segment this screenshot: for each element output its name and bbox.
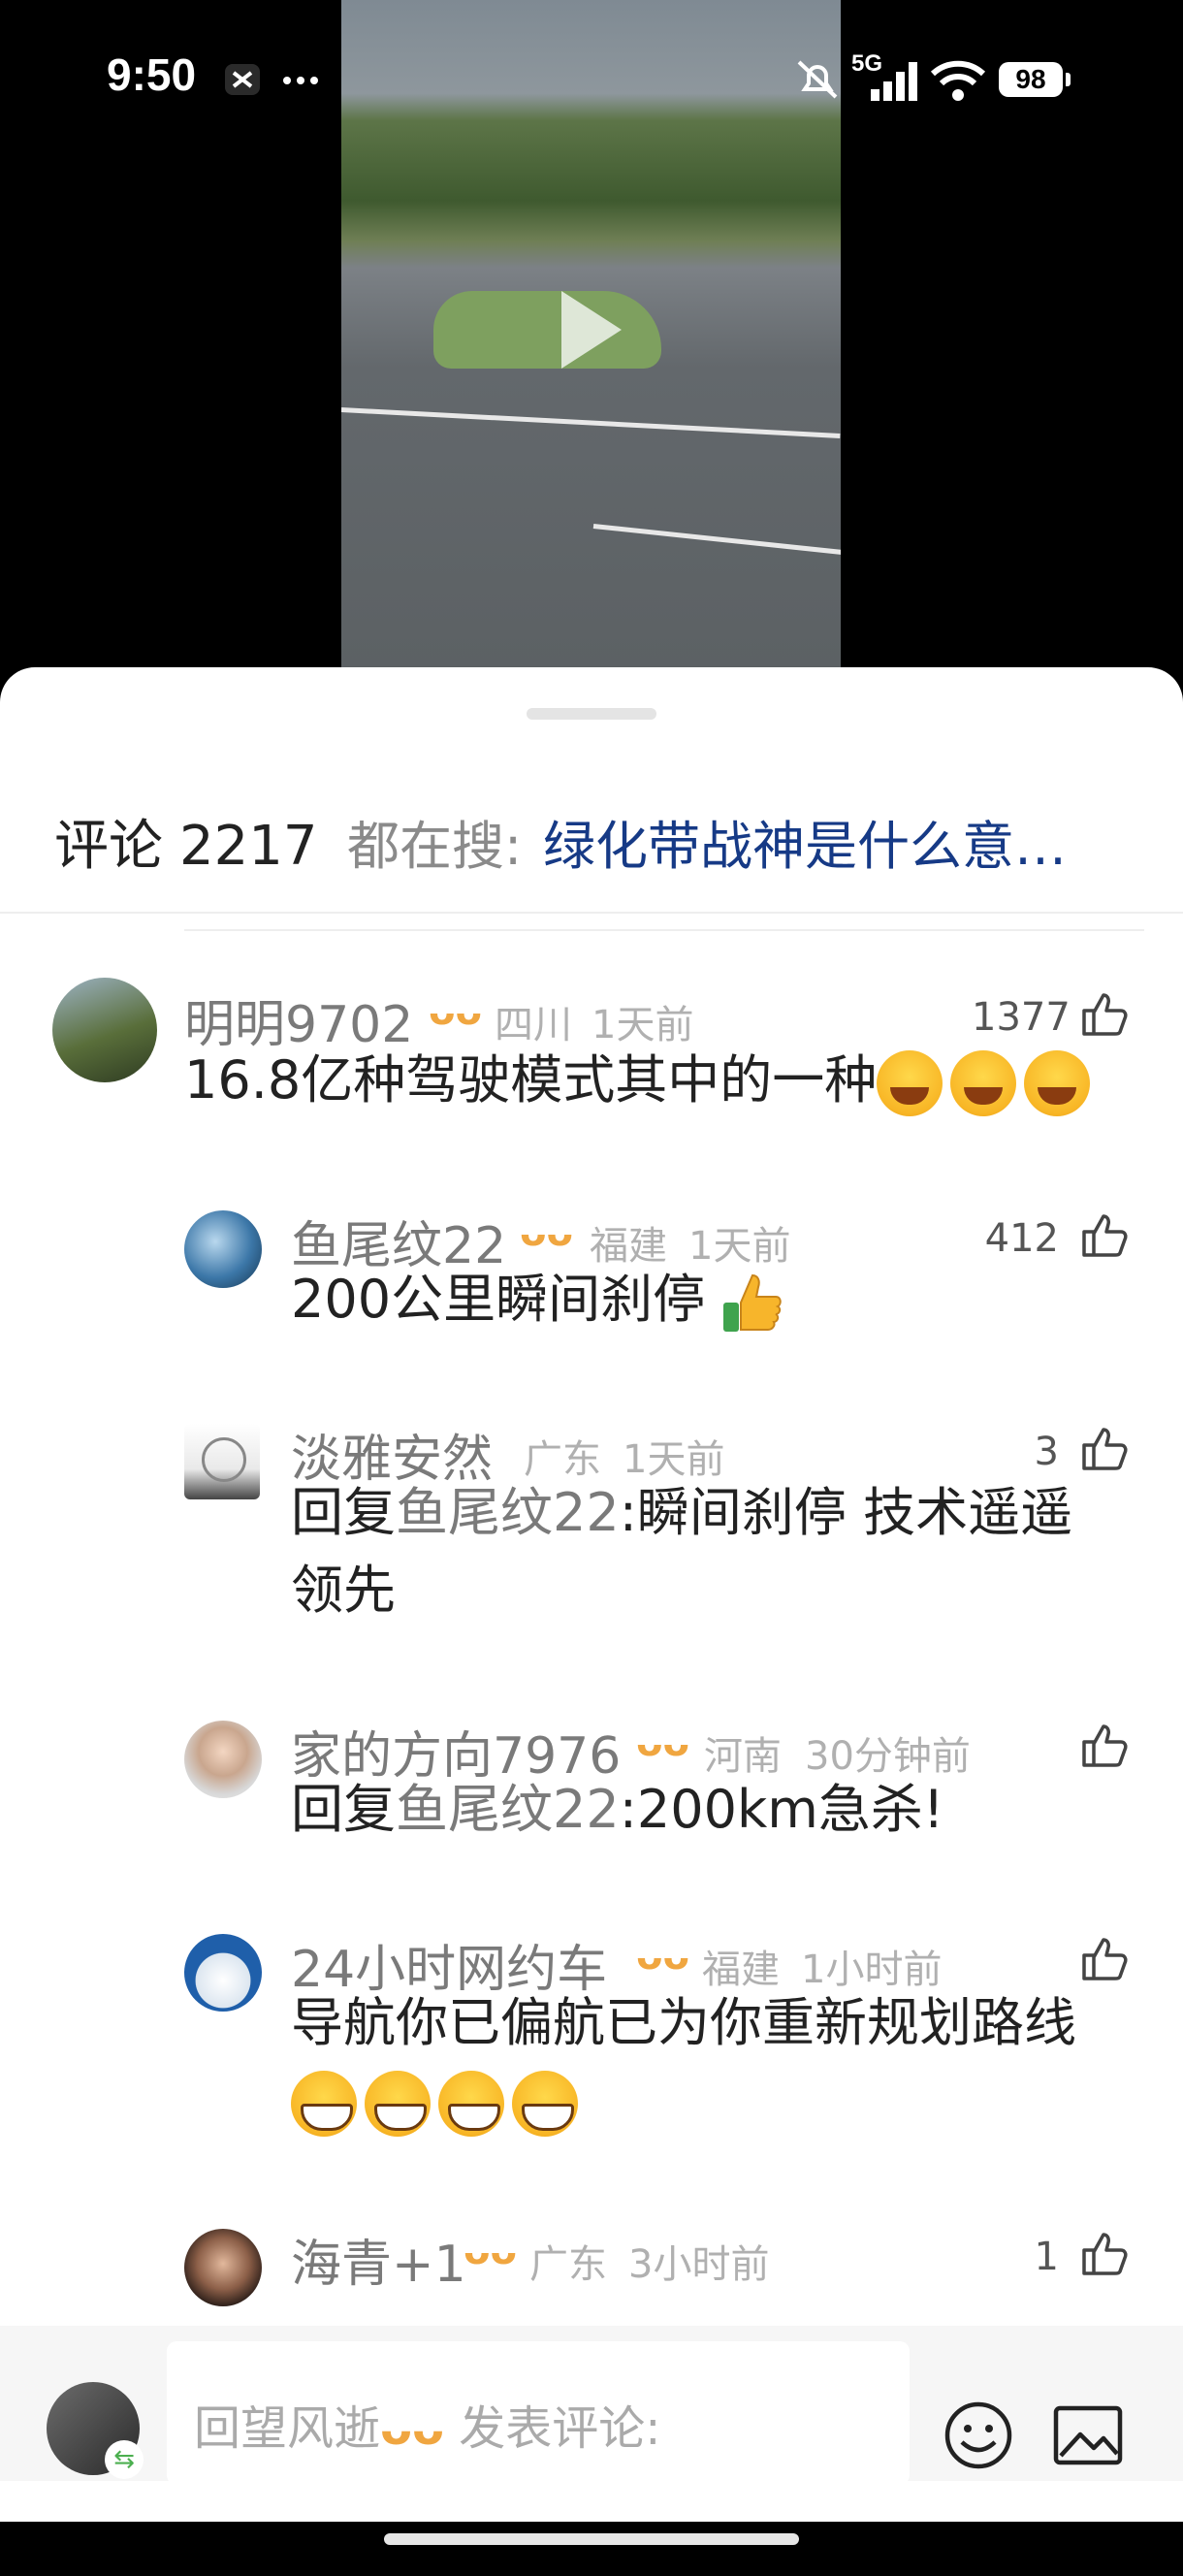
like-icon[interactable]: [1080, 991, 1129, 1038]
reply-to-author[interactable]: 鱼尾纹22: [396, 1482, 620, 1543]
like-icon[interactable]: [1080, 1936, 1129, 1982]
battery-level: 98: [1015, 64, 1046, 94]
like-count: 3: [1034, 1430, 1059, 1474]
car-image: [433, 291, 661, 369]
comment-body-continued: 领先: [291, 1560, 396, 1621]
comment-input-placeholder: 回望风逝ᴗᴗ 发表评论:: [194, 2390, 660, 2458]
comments-header: 评论 2217 都在搜: 绿化带战神是什么意…: [0, 803, 1183, 890]
grin-icon: [438, 2071, 504, 2138]
comment-input-bar: ⇆ 回望风逝ᴗᴗ 发表评论:: [0, 2326, 1183, 2485]
like-icon[interactable]: [1080, 2231, 1129, 2277]
mute-bell-icon: [797, 60, 838, 99]
avatar[interactable]: [184, 1424, 260, 1499]
status-time: 9:50: [107, 49, 197, 100]
more-notifications-icon: [283, 77, 318, 84]
avatar[interactable]: [184, 1934, 262, 2012]
thumbs-up-icon: [723, 1274, 782, 1333]
vip-badge-icon: ᴗᴗ: [636, 1934, 689, 1979]
cry-laugh-icon: [877, 1050, 943, 1117]
like-icon[interactable]: [1080, 1723, 1129, 1769]
vip-badge-icon: ᴗᴗ: [429, 989, 482, 1034]
image-upload-icon[interactable]: [1053, 2405, 1123, 2465]
reply-to-author[interactable]: 鱼尾纹22: [396, 1779, 620, 1840]
comment-input[interactable]: 回望风逝ᴗᴗ 发表评论:: [167, 2341, 910, 2485]
like-icon[interactable]: [1080, 1212, 1129, 1259]
grin-icon: [512, 2071, 578, 2138]
cry-laugh-icon: [1024, 1050, 1091, 1117]
comments-sheet: 评论 2217 都在搜: 绿化带战神是什么意… 明明9702 ᴗᴗ 四川 1天前…: [0, 667, 1183, 2576]
comments-count: 2217: [179, 815, 318, 878]
status-bar: 9:50 5G 98: [0, 0, 1183, 155]
comment-author[interactable]: 海青+1: [291, 2223, 466, 2296]
comments-title: 评论: [54, 815, 163, 878]
comment-text: 16.8亿种驾驶模式其中的一种: [184, 1042, 1098, 1119]
comment-item: 明明9702 ᴗᴗ 四川 1天前 1377 16.8亿种驾驶模式其中的一种: [0, 978, 1183, 1117]
like-count: 1: [1034, 2235, 1059, 2279]
avatar[interactable]: [184, 1721, 262, 1798]
comment-body: :200km急杀!: [619, 1779, 944, 1840]
header-divider: [0, 912, 1183, 914]
avatar[interactable]: [52, 978, 157, 1082]
comment-body: 导航你已偏航已为你重新规划路线: [291, 1992, 1076, 2053]
reply-prefix: 回复: [291, 1779, 396, 1840]
like-icon[interactable]: [1080, 1426, 1129, 1472]
vip-badge-icon: ᴗᴗ: [464, 2229, 517, 2273]
switch-account-icon[interactable]: ⇆: [105, 2440, 144, 2479]
wifi-icon: [930, 60, 986, 101]
comment-text: 导航你已偏航已为你重新规划路线: [291, 1984, 1144, 2140]
comment-body: 16.8亿种驾驶模式其中的一种: [184, 1049, 878, 1111]
trending-search-link[interactable]: 绿化带战神是什么意…: [543, 803, 1105, 890]
comment-text: 200公里瞬间刹停: [291, 1261, 783, 1338]
trending-search-label: 都在搜:: [347, 816, 523, 877]
vip-badge-icon: ᴗᴗ: [380, 2401, 444, 2456]
comment-body: :瞬间刹停 技术遥遥: [619, 1482, 1073, 1543]
avatar[interactable]: [184, 1210, 262, 1288]
vip-badge-icon: ᴗᴗ: [520, 1210, 573, 1255]
like-count: 412: [984, 1216, 1059, 1261]
like-count: 1377: [972, 995, 1071, 1040]
section-divider: [184, 929, 1144, 931]
app-notification-icon: [225, 64, 260, 95]
emoji-picker-icon[interactable]: [944, 2401, 1012, 2469]
sheet-drag-handle[interactable]: [527, 708, 656, 720]
grin-icon: [291, 2071, 357, 2138]
reply-prefix: 回复: [291, 1482, 396, 1543]
vip-badge-icon: ᴗᴗ: [636, 1721, 689, 1765]
placeholder-text: 发表评论:: [459, 2401, 661, 2456]
grin-icon: [365, 2071, 431, 2138]
comment-text: 回复鱼尾纹22:200km急杀!: [291, 1771, 944, 1849]
signal-icon: [871, 62, 917, 101]
comment-location: 广东: [529, 2242, 607, 2287]
battery-indicator: 98: [999, 62, 1071, 97]
system-nav-area: [0, 2522, 1183, 2576]
home-indicator[interactable]: [384, 2533, 799, 2545]
cry-laugh-icon: [950, 1050, 1017, 1117]
current-user-name: 回望风逝: [194, 2401, 381, 2456]
comment-text: 回复鱼尾纹22:瞬间刹停 技术遥遥 领先: [291, 1474, 1144, 1629]
play-icon[interactable]: [561, 291, 622, 369]
avatar[interactable]: [184, 2229, 262, 2306]
comment-body: 200公里瞬间刹停: [291, 1269, 706, 1330]
comment-time: 3小时前: [628, 2242, 770, 2287]
